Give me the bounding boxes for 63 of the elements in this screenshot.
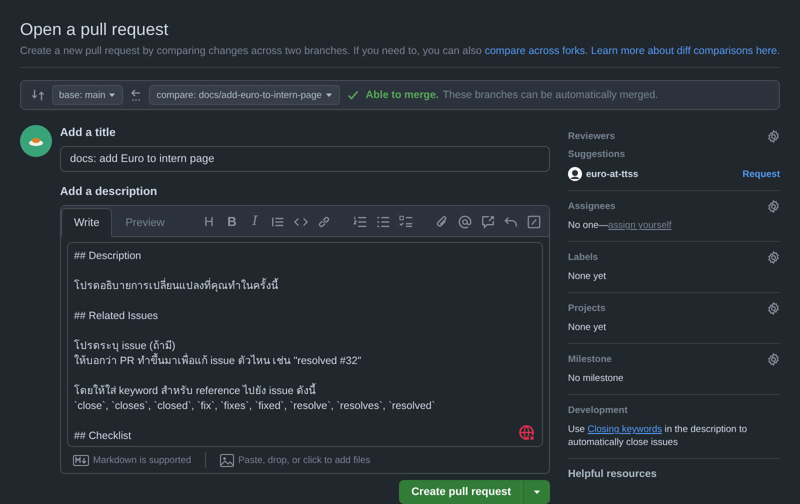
numbered-list-icon[interactable] [353, 214, 367, 228]
base-branch-dropdown[interactable]: base: main [52, 85, 124, 105]
user-avatar-icon [568, 167, 582, 181]
editor-tab[interactable]: Write [61, 208, 112, 237]
sidebar-value: No milestone [568, 372, 624, 385]
closing-keywords-link[interactable]: Closing keywords [588, 424, 662, 435]
editor-tab[interactable]: Preview [112, 208, 178, 237]
compare-branch-dropdown[interactable]: compare: docs/add-euro-to-intern-page [149, 85, 340, 105]
link-icon[interactable] [317, 214, 331, 228]
assignees-value: No one— [568, 220, 608, 231]
page-subtitle: Create a new pull request by comparing changes across two branches. If you need to, you can also [20, 45, 482, 57]
task-list-icon[interactable] [399, 214, 413, 228]
format-button[interactable]: B [225, 214, 239, 229]
sidebar-section-title: Assignees [568, 200, 616, 212]
sidebar-section-title: Milestone [568, 354, 612, 364]
slash-command-icon[interactable] [527, 214, 541, 228]
sidebar-value: None yet [568, 321, 608, 334]
suggestions-label: Suggestions [568, 149, 626, 160]
format-button[interactable]: H [202, 214, 216, 229]
format-button[interactable]: I [248, 214, 262, 229]
bullet-list-icon[interactable] [376, 214, 390, 228]
reference-icon[interactable] [481, 214, 495, 228]
paperclip-icon[interactable] [435, 214, 449, 228]
merge-message: These branches can be automatically merged. [442, 89, 658, 101]
settings-icon[interactable] [767, 130, 780, 142]
left-arrow-icon [130, 88, 142, 102]
description-label: Add a description [60, 186, 158, 198]
sidebar-section-title: Development [568, 404, 628, 416]
settings-icon[interactable] [767, 302, 780, 314]
markdown-note: Markdown is supported [93, 454, 192, 466]
caret-icon[interactable] [533, 488, 541, 496]
sidebar-section-title: Helpful resources [568, 468, 657, 480]
settings-icon[interactable] [767, 200, 780, 212]
reviewer-name: euro-at-ttss [586, 168, 638, 180]
development-note: Use Closing keywords in the description to automatically close issues [568, 423, 748, 449]
sidebar-section-title: Projects [568, 302, 606, 314]
title-label: Add a title [60, 127, 117, 139]
caret-icon[interactable] [324, 91, 333, 99]
page-title: Open a pull request [20, 20, 170, 40]
request-link[interactable]: Request [742, 168, 780, 180]
help-link[interactable]: Learn more about diff comparisons here. [590, 45, 780, 57]
markdown-icon [73, 454, 89, 466]
caret-icon[interactable] [108, 91, 116, 99]
description-textarea[interactable]: ## Description โปรดอธิบายการเปลี่ยนแปลงที่คุณทำในครั้งนี้ ## Related Issues โปรดระบุ issue (ถ้ามี) ให้บอกว่า PR ทำขึ้นมาเพื่อแก้ issue ตัวไหน เช่น "resolved #32" โดยให้ใส่ keyword สำหรับ reference ไปยัง issue ดังนี้ `close`, `closes`, `closed`, `fix`, `fixes`, `fixed`, `resolve`, `resolves`, `resolved` ## Checklist [67, 242, 543, 447]
globe-error-icon [519, 425, 535, 441]
avatar-icon [20, 125, 52, 157]
help-link[interactable]: compare across forks. [484, 45, 588, 57]
quote-icon[interactable] [271, 214, 285, 228]
settings-icon[interactable] [767, 250, 780, 264]
create-pull-request-button[interactable]: Create pull request [399, 480, 550, 504]
merge-status: Able to merge. [366, 89, 439, 101]
check-icon [346, 89, 359, 101]
assign-yourself-link[interactable]: assign yourself [608, 220, 672, 231]
sidebar-value: None yet [568, 270, 608, 283]
settings-icon[interactable] [767, 352, 780, 366]
sidebar-section-title: Reviewers [568, 130, 616, 142]
mention-icon[interactable] [458, 214, 472, 228]
swap-arrows-icon [31, 88, 45, 102]
sidebar-section-title: Labels [568, 252, 598, 262]
image-icon [220, 454, 234, 466]
undo-icon[interactable] [504, 214, 518, 228]
attach-files-note[interactable]: Paste, drop, or click to add files [238, 454, 370, 466]
title-input[interactable]: docs: add Euro to intern page [60, 146, 550, 172]
